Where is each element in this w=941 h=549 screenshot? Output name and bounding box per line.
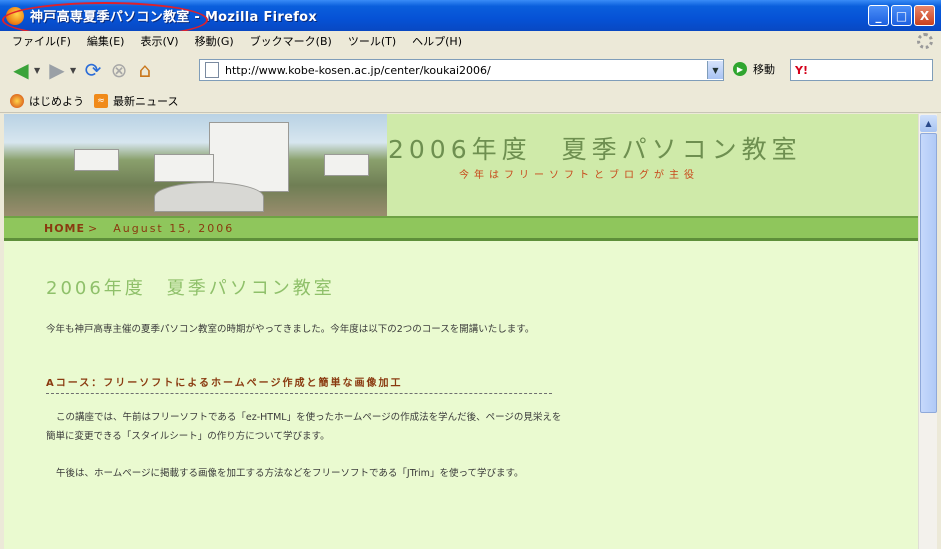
breadcrumb-strip: HOME > August 15, 2006 bbox=[4, 216, 918, 241]
menu-bookmarks[interactable]: ブックマーク(B) bbox=[242, 33, 340, 49]
menu-view[interactable]: 表示(V) bbox=[132, 33, 186, 49]
page-viewport: 2006年度 夏季パソコン教室 今年はフリーソフトとブログが主役 HOME > … bbox=[4, 114, 918, 549]
close-button[interactable]: X bbox=[914, 5, 935, 26]
forward-arrow-icon[interactable]: ▶ bbox=[44, 57, 70, 83]
url-text[interactable]: http://www.kobe-kosen.ac.jp/center/kouka… bbox=[225, 64, 707, 77]
campus-photo bbox=[4, 114, 387, 216]
main-content: 2006年度 夏季パソコン教室 今年も神戸高専主催の夏季パソコン教室の時期がやっ… bbox=[46, 274, 566, 483]
url-bar[interactable]: http://www.kobe-kosen.ac.jp/center/kouka… bbox=[199, 59, 724, 81]
firefox-icon bbox=[6, 6, 24, 25]
page-heading: 2006年度 夏季パソコン教室 bbox=[46, 278, 335, 299]
course-a-paragraph-1: この講座では、午前はフリーソフトである「ez-HTML」を使ったホームページの作… bbox=[46, 412, 562, 442]
rss-icon: ≈ bbox=[94, 93, 108, 108]
intro-text: 今年も神戸高専主催の夏季パソコン教室の時期がやってきました。今年度は以下の2つの… bbox=[46, 324, 535, 335]
menu-go[interactable]: 移動(G) bbox=[187, 33, 242, 49]
bookmarks-toolbar: はじめよう ≈ 最新ニュース bbox=[0, 89, 941, 113]
menu-help[interactable]: ヘルプ(H) bbox=[404, 33, 470, 49]
bookmark-label: 最新ニュース bbox=[113, 94, 179, 108]
menu-bar: ファイル(F) 編集(E) 表示(V) 移動(G) ブックマーク(B) ツール(… bbox=[0, 31, 941, 51]
url-dropdown-icon[interactable]: ▼ bbox=[707, 61, 723, 79]
yahoo-search-icon[interactable]: Y! bbox=[795, 64, 808, 77]
menu-tools[interactable]: ツール(T) bbox=[340, 33, 404, 49]
throbber-icon bbox=[917, 33, 933, 49]
course-a-paragraph-2: 午後は、ホームページに掲載する画像を加工する方法などをフリーソフトである「JTr… bbox=[56, 468, 524, 479]
course-a-heading: Aコース：フリーソフトによるホームページ作成と簡単な画像加工 bbox=[46, 374, 552, 394]
bookmark-label: はじめよう bbox=[29, 94, 84, 108]
bookmark-getting-started[interactable]: はじめよう bbox=[10, 93, 84, 109]
site-title: 2006年度 夏季パソコン教室 bbox=[388, 135, 802, 164]
breadcrumb-arrow: > bbox=[88, 221, 98, 235]
window-frame-edge bbox=[937, 114, 941, 549]
reload-icon[interactable]: ⟳ bbox=[80, 57, 106, 83]
window-titlebar: 神戸高専夏季パソコン教室 - Mozilla Firefox _ □ X bbox=[0, 0, 941, 31]
scroll-up-icon[interactable]: ▲ bbox=[920, 115, 937, 132]
menu-edit[interactable]: 編集(E) bbox=[79, 33, 133, 49]
menu-file[interactable]: ファイル(F) bbox=[4, 33, 79, 49]
window-controls: _ □ X bbox=[868, 5, 935, 26]
search-input[interactable] bbox=[811, 64, 912, 76]
page-icon bbox=[205, 62, 219, 78]
go-icon: ▶ bbox=[733, 62, 747, 76]
scroll-thumb[interactable] bbox=[920, 133, 937, 413]
maximize-button[interactable]: □ bbox=[891, 5, 912, 26]
firefox-bookmark-icon bbox=[10, 93, 24, 108]
site-header: 2006年度 夏季パソコン教室 今年はフリーソフトとブログが主役 bbox=[4, 114, 918, 216]
search-box[interactable]: Y! bbox=[790, 59, 933, 81]
site-subtitle: 今年はフリーソフトとブログが主役 bbox=[459, 170, 699, 181]
home-link[interactable]: HOME bbox=[44, 222, 85, 235]
back-dropdown-icon[interactable]: ▼ bbox=[34, 66, 44, 75]
window-title: 神戸高専夏季パソコン教室 - Mozilla Firefox bbox=[30, 10, 318, 25]
back-arrow-icon[interactable]: ◀ bbox=[8, 57, 34, 83]
page-date: August 15, 2006 bbox=[113, 221, 235, 235]
bookmark-latest-news[interactable]: ≈ 最新ニュース bbox=[94, 93, 178, 109]
forward-dropdown-icon[interactable]: ▼ bbox=[70, 66, 80, 75]
minimize-button[interactable]: _ bbox=[868, 5, 889, 26]
vertical-scrollbar[interactable]: ▲ bbox=[918, 114, 937, 549]
go-button[interactable]: ▶ 移動 bbox=[733, 61, 775, 77]
stop-icon[interactable]: ⊗ bbox=[106, 57, 132, 83]
home-icon[interactable]: ⌂ bbox=[132, 57, 158, 83]
go-label: 移動 bbox=[753, 63, 775, 76]
